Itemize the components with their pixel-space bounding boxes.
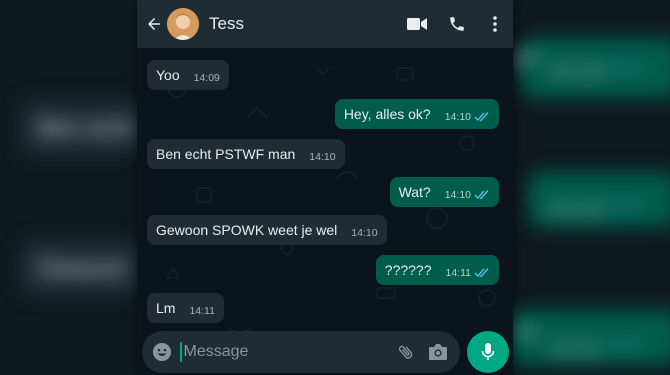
- more-options-button[interactable]: [477, 0, 513, 48]
- incoming-message[interactable]: Ben echt PSTWF man 14:10: [147, 139, 345, 169]
- double-check-icon: [474, 268, 490, 278]
- message-time: 14:11: [189, 305, 215, 317]
- message-text: Hey, alles ok?: [343, 106, 431, 122]
- camera-button[interactable]: [422, 331, 454, 373]
- chat-wallpaper: [165, 67, 496, 354]
- bg-time: 14:11: [548, 336, 602, 361]
- phone-icon: [450, 17, 464, 31]
- video-call-button[interactable]: [397, 0, 437, 48]
- message-time: 14:10: [309, 151, 336, 163]
- mic-icon: [481, 343, 495, 360]
- voice-message-button[interactable]: [467, 331, 509, 373]
- incoming-message[interactable]: Lm 14:11: [147, 293, 224, 323]
- bg-check: ✓✓: [608, 334, 645, 359]
- back-button[interactable]: [141, 0, 167, 48]
- message-time: 14:10: [351, 227, 378, 239]
- chat-screen: Tess Yoo 14:09 Hey, alles ok? 14:10 Ben …: [137, 0, 513, 375]
- attach-button[interactable]: [391, 331, 423, 373]
- message-text: ??????: [384, 262, 432, 278]
- voice-call-button[interactable]: [437, 0, 477, 48]
- message-time: 14:10: [444, 111, 471, 123]
- incoming-message[interactable]: Gewoon SPOWK weet je wel 14:10: [147, 215, 387, 245]
- camera-icon: [429, 344, 448, 360]
- video-call-icon: [407, 18, 427, 30]
- message-input[interactable]: [181, 337, 391, 367]
- bg-time: 14:10: [548, 58, 604, 83]
- emoji-button[interactable]: [146, 331, 178, 373]
- outgoing-message[interactable]: Hey, alles ok? 14:10: [334, 99, 499, 129]
- back-arrow-icon: [148, 18, 160, 30]
- more-vert-icon: [493, 16, 497, 32]
- app-bar: Tess: [137, 0, 513, 48]
- message-composer: [142, 331, 460, 373]
- bg-time: 14:10: [548, 196, 604, 221]
- message-text: Lm: [156, 300, 176, 316]
- bg-text: ??: [510, 322, 537, 349]
- message-time: 14:09: [193, 72, 220, 84]
- avatar-image: [167, 8, 199, 40]
- contact-name[interactable]: Tess: [209, 14, 397, 34]
- bg-text: Ben echt: [38, 115, 133, 142]
- message-text: Gewoon SPOWK weet je wel: [156, 222, 338, 238]
- bg-check: ✓✓: [608, 194, 645, 219]
- message-time: 14:11: [445, 267, 472, 279]
- outgoing-message[interactable]: Wat? 14:10: [389, 177, 499, 207]
- double-check-icon: [474, 112, 490, 122]
- message-time: 14:10: [444, 189, 471, 201]
- attach-icon: [399, 345, 413, 359]
- message-text: Ben echt PSTWF man: [156, 146, 296, 162]
- contact-avatar[interactable]: [167, 8, 199, 40]
- bg-text: Gewoon: [38, 255, 128, 282]
- outgoing-message[interactable]: ?????? 14:11: [375, 255, 499, 285]
- bg-check: ✓✓: [608, 56, 645, 81]
- message-text: Yoo: [156, 67, 180, 83]
- incoming-message[interactable]: Yoo 14:09: [147, 60, 229, 90]
- double-check-icon: [474, 190, 490, 200]
- emoji-icon: [152, 343, 171, 361]
- bg-text: k?: [512, 46, 538, 73]
- message-text: Wat?: [398, 184, 431, 200]
